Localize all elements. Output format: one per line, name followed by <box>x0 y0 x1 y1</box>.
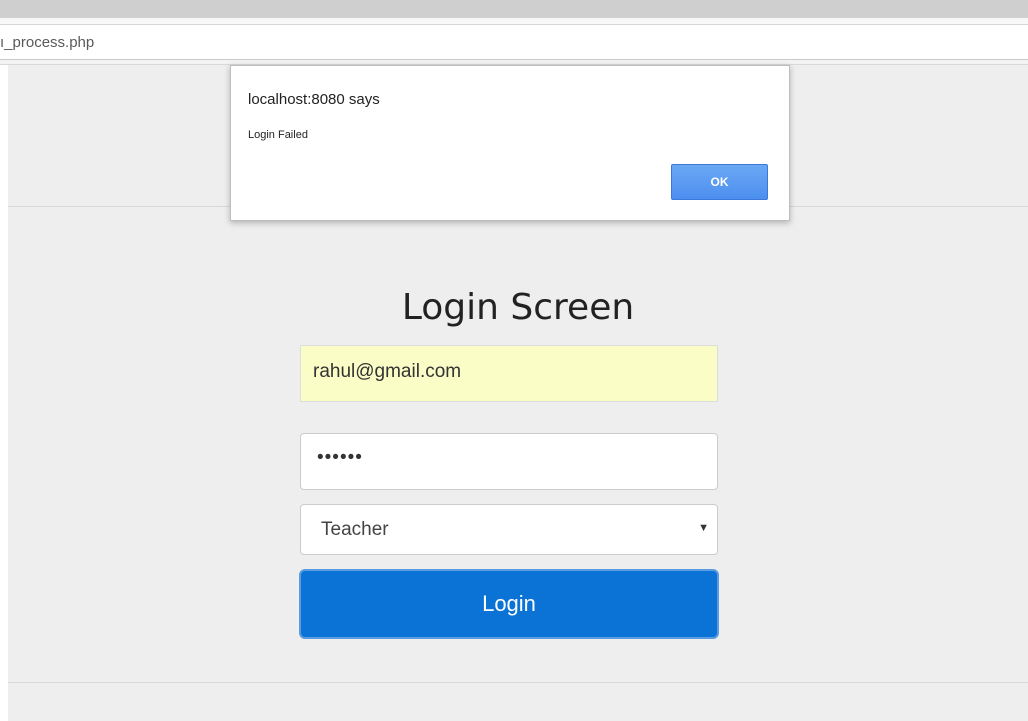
ok-button[interactable]: OK <box>671 164 768 200</box>
address-url[interactable]: ı_process.php <box>0 34 94 51</box>
password-field[interactable]: •••••• <box>300 433 718 490</box>
login-button[interactable]: Login <box>299 569 719 639</box>
chevron-down-icon: ▼ <box>698 522 709 534</box>
alert-dialog: localhost:8080 says Login Failed OK <box>230 65 790 221</box>
email-value: rahul@gmail.com <box>313 361 462 382</box>
role-selected-value: Teacher <box>321 519 389 540</box>
role-select[interactable]: Teacher ▼ <box>300 504 718 555</box>
alert-title: localhost:8080 says <box>248 91 380 108</box>
browser-tab-strip <box>0 0 1028 18</box>
login-screen-title: Login Screen <box>401 287 635 328</box>
window-left-edge <box>0 65 8 721</box>
footer-divider <box>8 682 1028 683</box>
email-field[interactable]: rahul@gmail.com <box>300 345 718 402</box>
address-bar[interactable]: ı_process.php <box>0 25 1028 60</box>
browser-tab-divider <box>0 18 1028 25</box>
alert-message: Login Failed <box>248 129 308 141</box>
password-value: •••••• <box>317 447 363 468</box>
